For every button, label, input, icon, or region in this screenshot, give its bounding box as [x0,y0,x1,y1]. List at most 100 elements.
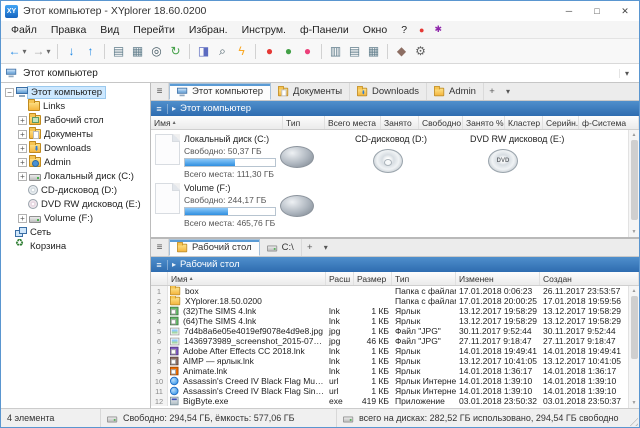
address-input[interactable]: Этот компьютер [23,68,614,79]
tree-item-cd-дисковод-d[interactable]: CD-дисковод (D:) [1,183,150,197]
scroll-thumb[interactable] [631,296,638,359]
file-row-1436973989-screenshot-2015-07-15-16-20-45-jpg[interactable]: 61436973989_screenshot_2015-07-15-16-20-… [151,336,628,346]
menu-item[interactable]: ? [394,24,414,36]
tree-item-сеть[interactable]: Сеть [1,225,150,239]
maximize-button[interactable]: □ [583,1,611,21]
address-bar[interactable]: Этот компьютер ▾ [1,64,639,83]
column-header-свободно[interactable]: Свободно [419,116,463,129]
expand-icon[interactable]: + [18,144,27,153]
recent-locations-button[interactable]: ▦ [128,41,147,62]
address-dropdown-button[interactable]: ▾ [619,69,634,78]
tree-item-dvd-rw-дисковод-e[interactable]: DVD RW дисковод (E:) [1,197,150,211]
column-header-занято[interactable]: Занято [381,116,419,129]
column-header-создан[interactable]: Создан [540,272,639,285]
scroll-down-icon[interactable]: ▼ [629,398,639,408]
drive-item-dvd-rw-дисковод-e[interactable]: DVD RW дисковод (E:)DVD [470,134,626,179]
file-row-adobe-after-effects-cc-2018-lnk[interactable]: 7Adobe After Effects CC 2018.lnklnk1 КБЯ… [151,346,628,356]
quick-search-button[interactable]: ⌕ [213,41,232,62]
file-row-xyplorer-18-50-0200[interactable]: 2XYplorer.18.50.0200Папка с файлами17.01… [151,296,628,306]
drive-item-cd-дисковод-d[interactable]: CD-дисковод (D:) [355,134,470,179]
column-header-кластер[interactable]: Кластер [505,116,543,129]
new-tab-button[interactable]: + [484,83,500,100]
scroll-thumb[interactable] [631,140,638,220]
drive-item-локальный-диск-c[interactable]: Локальный диск (C:)Свободно: 50,37 ГБВсе… [155,134,355,179]
close-button[interactable]: ✕ [611,1,639,21]
menu-вид[interactable]: Вид [93,24,126,36]
tab-рабочий-стол[interactable]: Рабочий стол [169,239,260,256]
horizontal-panes-button[interactable]: ▦ [364,41,383,62]
tab-admin[interactable]: Admin [427,83,484,100]
tree-toggle-button[interactable]: ▥ [326,41,345,62]
file-row-aimp-ярлык-lnk[interactable]: 8AIMP — ярлык.lnklnk1 КБЯрлык13.12.2017 … [151,356,628,366]
refresh-button[interactable]: ↻ [166,41,185,62]
down-button[interactable]: ↓ [62,41,81,62]
menu-ф-панели[interactable]: ф-Панели [293,24,356,36]
tree-item-volume-f[interactable]: +Volume (F:) [1,211,150,225]
minimize-button[interactable]: ─ [555,1,583,21]
column-header-расш[interactable]: Расш [326,272,354,285]
tags-button[interactable]: ● [298,41,317,62]
column-header-занято[interactable]: Занято % [463,116,505,129]
mirror-browse-button[interactable]: ◨ [194,41,213,62]
tab-документы[interactable]: Документы [271,83,350,100]
expand-icon[interactable]: + [18,130,27,139]
up-button[interactable]: ↑ [81,41,100,62]
file-row-7d4b8a6e05e4019ef9078e4d9e8-jpg[interactable]: 57d4b8a6e05e4019ef9078e4d9e8.jpgjpg1 КБФ… [151,326,628,336]
bottom-breadcrumb-label[interactable]: Рабочий стол [180,259,240,270]
find-files-button[interactable]: ◎ [147,41,166,62]
hotlist-button[interactable]: ▤ [109,41,128,62]
dual-pane-button[interactable]: ▤ [345,41,364,62]
scroll-down-icon[interactable]: ▼ [629,227,639,237]
tab-overflow-dropdown[interactable]: ▾ [318,239,334,256]
column-header-тип[interactable]: Тип [392,272,456,285]
file-row-bigbyte-exe[interactable]: 12BigByte.exeexe419 КБПриложение03.01.20… [151,396,628,406]
top-scrollbar[interactable]: ▲ ▼ [628,130,639,237]
pin-button[interactable]: ◆ [392,41,411,62]
file-row-assassin-s-creed-iv-black-flag-singleplayer-url[interactable]: 11Assassin's Creed IV Black Flag Singlep… [151,386,628,396]
column-header-серийн[interactable]: Серийн... [543,116,579,129]
scroll-track[interactable] [629,140,639,227]
column-header-изменен[interactable]: Изменен [456,272,540,285]
tab-overflow-dropdown[interactable]: ▾ [500,83,516,100]
column-header-размер[interactable]: Размер [354,272,392,285]
favorites-button[interactable]: ● [260,41,279,62]
color-filters-icon[interactable]: ✱ [429,24,447,35]
column-header-ф-система[interactable]: ф-Система [579,116,639,129]
menu-избран[interactable]: Избран. [182,24,235,36]
file-row-box[interactable]: 1boxПапка с файлами17.01.2018 0:06:2326.… [151,286,628,296]
file-row-64-the-sims-4-lnk[interactable]: 4(64)The SIMS 4.lnklnk1 КБЯрлык13.12.201… [151,316,628,326]
tree-item-документы[interactable]: +Документы [1,127,150,141]
expand-icon[interactable]: + [18,214,27,223]
breadcrumb-menu-icon[interactable]: ≡ [151,104,168,114]
file-row-animate-lnk[interactable]: 9Animate.lnklnk1 КБЯрлык14.01.2018 1:36:… [151,366,628,376]
drive-item-volume-f[interactable]: Volume (F:)Свободно: 244,17 ГБВсего мест… [155,183,355,228]
column-header-item[interactable] [151,272,168,285]
menu-окно[interactable]: Окно [356,24,394,36]
collapse-icon[interactable]: − [5,88,14,97]
tree-item-admin[interactable]: +Admin [1,155,150,169]
file-row-assassin-s-creed-iv-black-flag-multiplayer-url[interactable]: 10Assassin's Creed IV Black Flag Multipl… [151,376,628,386]
back-history-dropdown[interactable]: ▾ [20,41,29,62]
column-header-имя[interactable]: Имя▴ [151,116,283,129]
tab-downloads[interactable]: Downloads [350,83,427,100]
tab-list-button[interactable]: ≡ [151,83,169,100]
tree-item-локальный-диск-c[interactable]: +Локальный диск (C:) [1,169,150,183]
menu-правка[interactable]: Правка [44,24,93,36]
tab-c[interactable]: C:\ [260,239,302,256]
tree-item-links[interactable]: Links [1,99,150,113]
breadcrumb-menu-icon[interactable]: ≡ [151,260,168,270]
column-header-тип[interactable]: Тип [283,116,325,129]
column-header-всего-места[interactable]: Всего места [325,116,381,129]
title-bar[interactable]: XY Этот компьютер - XYplorer 18.60.0200 … [1,1,639,21]
scroll-up-icon[interactable]: ▲ [629,130,639,140]
tab-этот-компьютер[interactable]: Этот компьютер [169,83,271,100]
tree-item-рабочий-стол[interactable]: +Рабочий стол [1,113,150,127]
menu-инструм[interactable]: Инструм. [235,24,293,36]
settings-button[interactable]: ⚙ [411,41,430,62]
scroll-track[interactable] [629,296,639,398]
menu-файл[interactable]: Файл [4,24,44,36]
tree-item-этот-компьютер[interactable]: −Этот компьютер [1,85,150,99]
tree-item-downloads[interactable]: +Downloads [1,141,150,155]
bottom-scrollbar[interactable]: ▲ ▼ [628,286,639,408]
column-header-имя[interactable]: Имя▴ [168,272,326,285]
